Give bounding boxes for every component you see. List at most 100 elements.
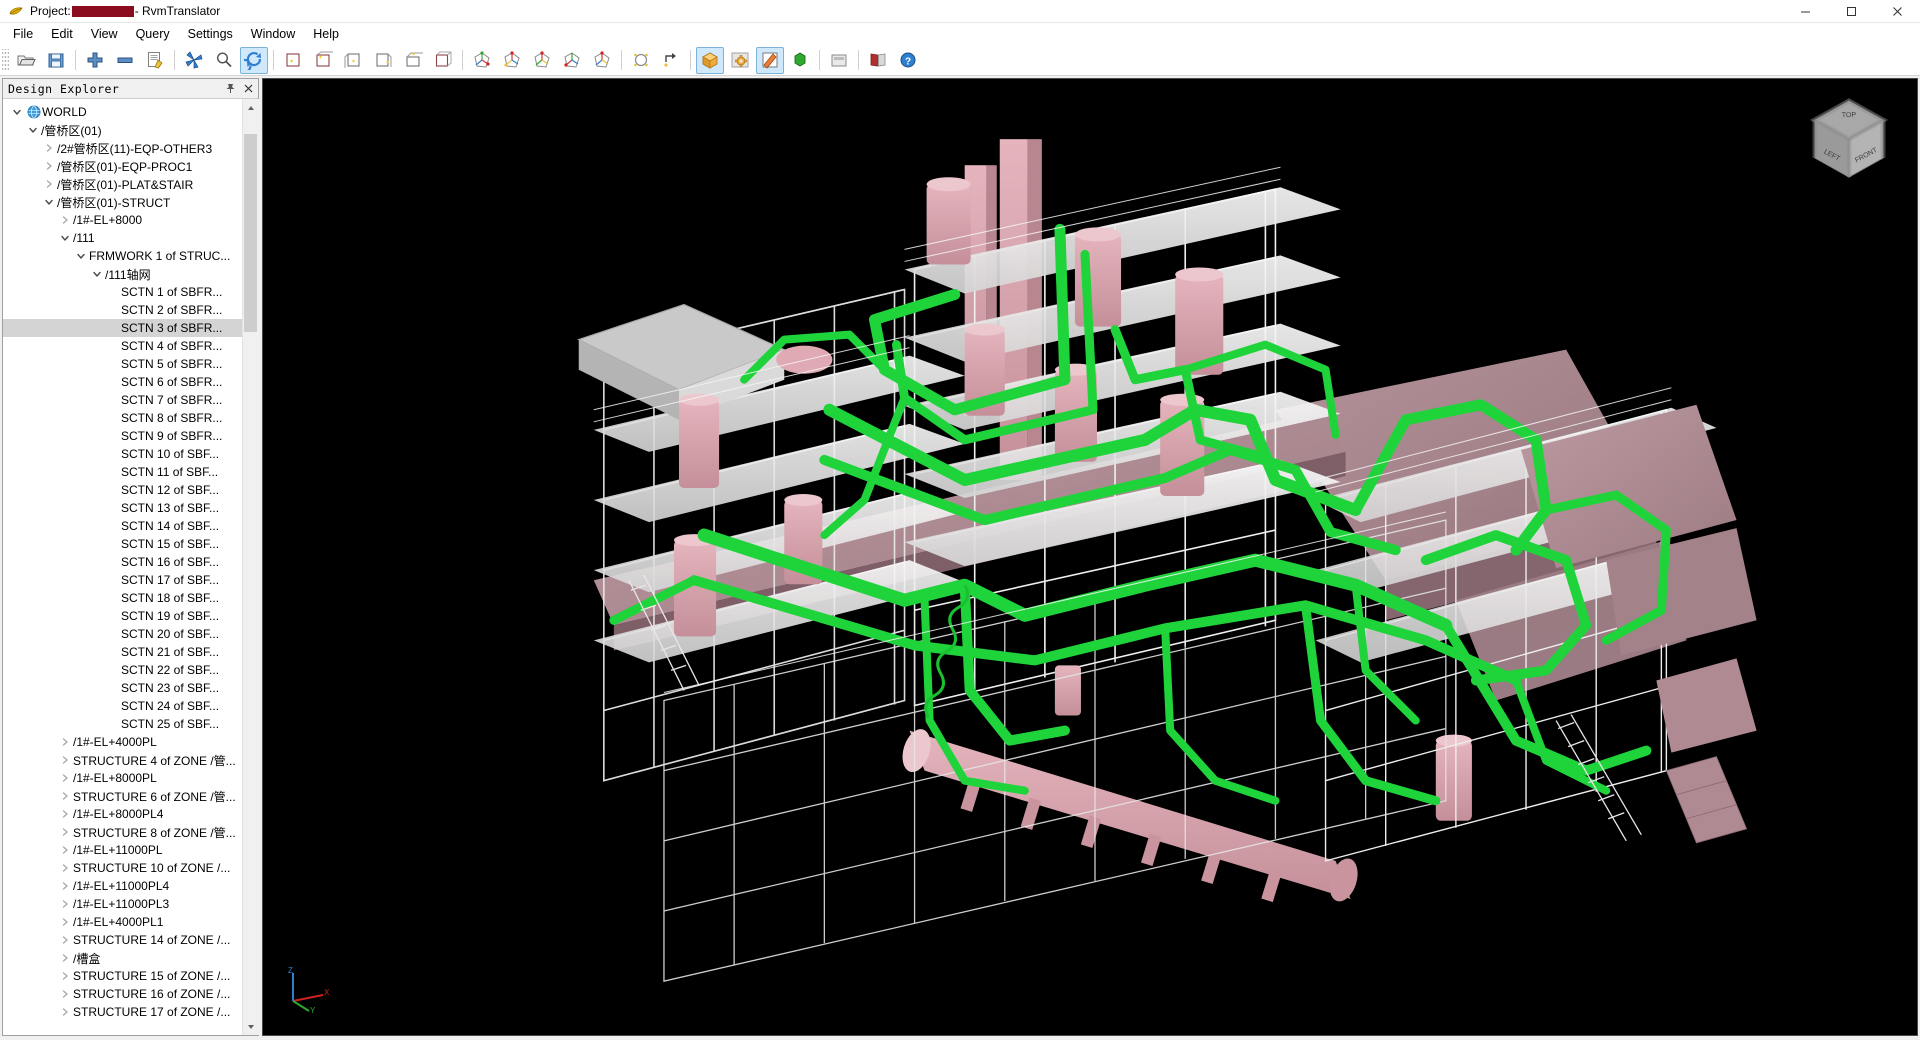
chevron-right-icon[interactable] [41,158,57,174]
remove-item-button[interactable] [111,47,139,74]
chevron-down-icon[interactable] [25,122,41,138]
design-tree[interactable]: WORLD/管桥区(01)/2#管桥区(11)-EQP-OTHER3/管桥区(0… [3,99,242,1035]
axis-view1-button[interactable] [468,47,496,74]
tree-item[interactable]: SCTN 5 of SBFR... [3,355,242,373]
export-button[interactable] [825,47,853,74]
tree-item[interactable]: STRUCTURE 15 of ZONE /... [3,967,242,985]
toolbar-grip[interactable] [2,49,9,71]
chevron-right-icon[interactable] [57,986,73,1002]
chevron-right-icon[interactable] [57,734,73,750]
tree-item[interactable]: SCTN 12 of SBF... [3,481,242,499]
chevron-right-icon[interactable] [57,824,73,840]
chevron-right-icon[interactable] [57,914,73,930]
chevron-right-icon[interactable] [57,842,73,858]
menu-view[interactable]: View [82,24,127,44]
tree-item[interactable]: /1#-EL+8000PL4 [3,805,242,823]
chevron-right-icon[interactable] [57,968,73,984]
maximize-button[interactable] [1828,0,1874,23]
chevron-down-icon[interactable] [9,104,25,120]
chevron-right-icon[interactable] [57,752,73,768]
tree-item[interactable]: SCTN 6 of SBFR... [3,373,242,391]
tree-item[interactable]: SCTN 7 of SBFR... [3,391,242,409]
render-settings-button[interactable] [726,47,754,74]
chevron-down-icon[interactable] [89,266,105,282]
tree-item[interactable]: /111 [3,229,242,247]
tree-item[interactable]: SCTN 11 of SBF... [3,463,242,481]
tree-item[interactable]: STRUCTURE 6 of ZONE /管... [3,787,242,805]
chevron-right-icon[interactable] [57,788,73,804]
tree-item[interactable]: /槽盒 [3,949,242,967]
menu-help[interactable]: Help [304,24,348,44]
help-button[interactable]: ? [894,47,922,74]
tree-item[interactable]: /1#-EL+11000PL3 [3,895,242,913]
tree-item[interactable]: SCTN 9 of SBFR... [3,427,242,445]
menu-edit[interactable]: Edit [42,24,82,44]
chevron-right-icon[interactable] [41,140,57,156]
open-project-button[interactable] [12,47,40,74]
scroll-up-arrow[interactable] [243,99,259,116]
chevron-down-icon[interactable] [57,230,73,246]
chevron-right-icon[interactable] [41,176,57,192]
chevron-right-icon[interactable] [57,806,73,822]
menu-settings[interactable]: Settings [179,24,242,44]
tree-item[interactable]: STRUCTURE 10 of ZONE /... [3,859,242,877]
tree-item[interactable]: SCTN 17 of SBF... [3,571,242,589]
tree-item[interactable]: STRUCTURE 14 of ZONE /... [3,931,242,949]
shaded-mode-button[interactable] [696,47,724,74]
3d-viewport[interactable]: TOP LEFT FRONT Z X Y [262,78,1918,1036]
menu-window[interactable]: Window [242,24,304,44]
view-iso4-button[interactable] [369,47,397,74]
tree-item[interactable]: SCTN 13 of SBF... [3,499,242,517]
tree-item[interactable]: /1#-EL+8000PL [3,769,242,787]
tree-item[interactable]: SCTN 21 of SBF... [3,643,242,661]
axis-view5-button[interactable] [588,47,616,74]
chevron-right-icon[interactable] [57,212,73,228]
tree-item[interactable]: STRUCTURE 17 of ZONE /... [3,1003,242,1021]
tree-item[interactable]: /1#-EL+11000PL [3,841,242,859]
zoom-button[interactable] [210,47,238,74]
tree-item[interactable]: SCTN 15 of SBF... [3,535,242,553]
tree-item[interactable]: SCTN 22 of SBF... [3,661,242,679]
scroll-down-arrow[interactable] [243,1018,259,1035]
view-cube[interactable]: TOP LEFT FRONT [1803,93,1895,185]
about-button[interactable] [864,47,892,74]
chevron-right-icon[interactable] [57,878,73,894]
pin-icon[interactable] [222,81,238,97]
tree-item[interactable]: /管桥区(01)-STRUCT [3,193,242,211]
tree-item[interactable]: SCTN 23 of SBF... [3,679,242,697]
tree-item[interactable]: SCTN 4 of SBFR... [3,337,242,355]
axis-view2-button[interactable] [498,47,526,74]
tree-item[interactable]: WORLD [3,103,242,121]
view-fit-button[interactable] [429,47,457,74]
tree-item[interactable]: SCTN 20 of SBF... [3,625,242,643]
add-item-button[interactable] [81,47,109,74]
minimize-button[interactable] [1782,0,1828,23]
measure-button[interactable] [786,47,814,74]
chevron-right-icon[interactable] [57,932,73,948]
colorize-button[interactable] [180,47,208,74]
tree-item[interactable]: SCTN 25 of SBF... [3,715,242,733]
save-project-button[interactable] [42,47,70,74]
tree-item[interactable]: /2#管桥区(11)-EQP-OTHER3 [3,139,242,157]
view-top-button[interactable] [399,47,427,74]
tree-item[interactable]: SCTN 19 of SBF... [3,607,242,625]
scroll-thumb[interactable] [244,134,257,332]
menu-file[interactable]: File [4,24,42,44]
chevron-down-icon[interactable] [73,248,89,264]
refresh-view-button[interactable] [240,47,268,74]
chevron-right-icon[interactable] [57,950,73,966]
chevron-right-icon[interactable] [57,1004,73,1020]
chevron-down-icon[interactable] [41,194,57,210]
tree-item[interactable]: SCTN 16 of SBF... [3,553,242,571]
axis-view3-button[interactable] [528,47,556,74]
tree-item[interactable]: FRMWORK 1 of STRUC... [3,247,242,265]
close-button[interactable] [1874,0,1920,23]
tree-item[interactable]: /111轴网 [3,265,242,283]
tree-item[interactable]: SCTN 1 of SBFR... [3,283,242,301]
tree-item[interactable]: STRUCTURE 16 of ZONE /... [3,985,242,1003]
chevron-right-icon[interactable] [57,896,73,912]
tree-item[interactable]: /1#-EL+4000PL [3,733,242,751]
tree-item[interactable]: /1#-EL+11000PL4 [3,877,242,895]
tree-item[interactable]: SCTN 2 of SBFR... [3,301,242,319]
tree-item[interactable]: STRUCTURE 4 of ZONE /管... [3,751,242,769]
